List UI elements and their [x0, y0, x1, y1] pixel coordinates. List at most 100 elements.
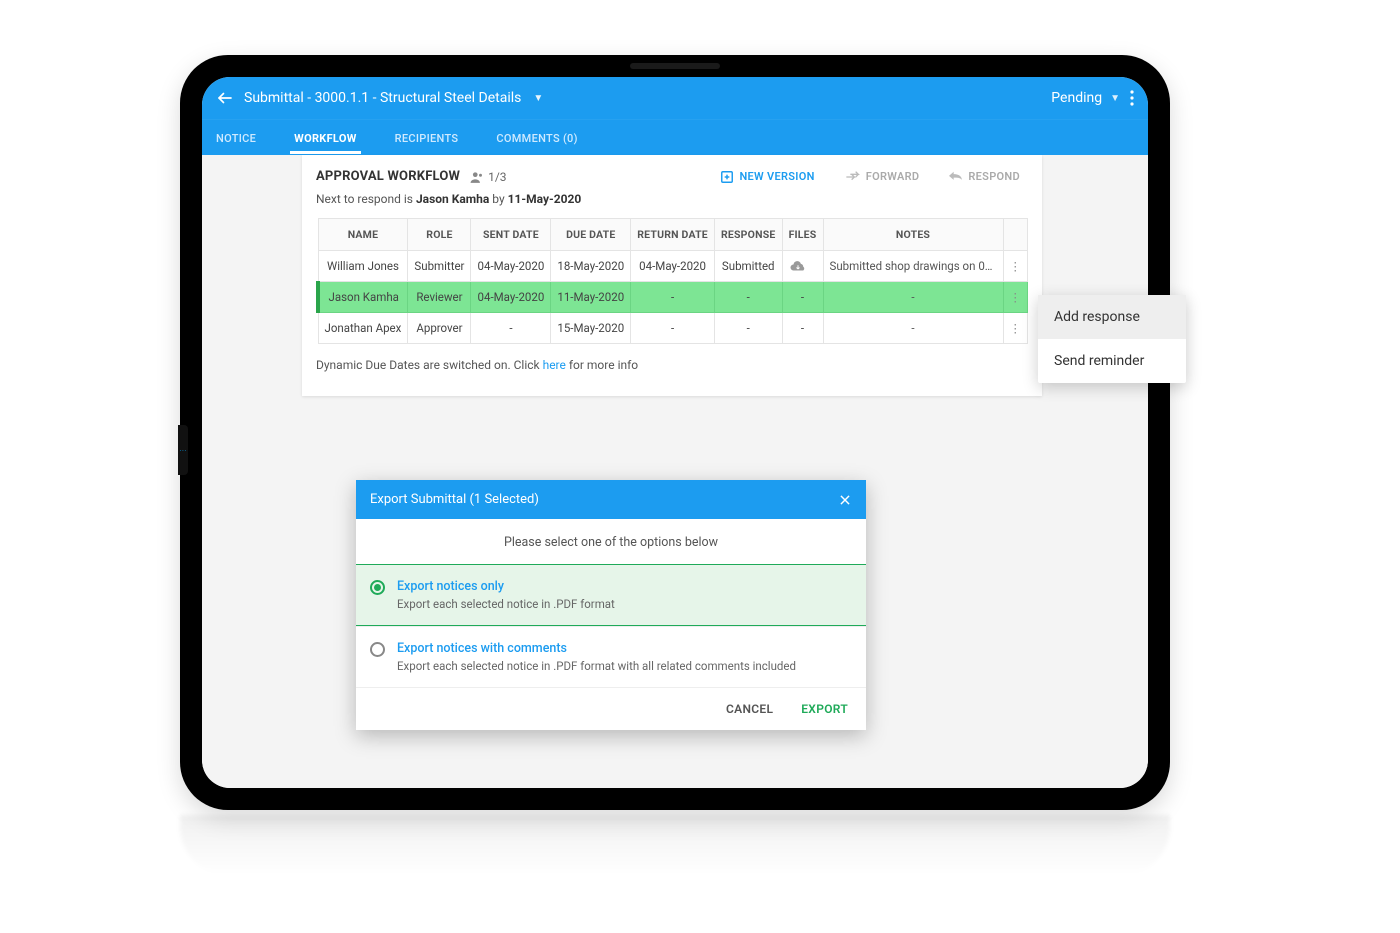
app-header: Submittal - 3000.1.1 - Structural Steel …: [202, 77, 1148, 119]
col-role: ROLE: [408, 219, 471, 251]
cell-return: -: [631, 282, 715, 313]
forward-button[interactable]: FORWARD: [845, 170, 920, 183]
tab-comments[interactable]: COMMENTS (0): [492, 121, 581, 154]
dialog-header: Export Submittal (1 Selected): [356, 480, 866, 519]
close-icon: [838, 493, 852, 507]
cell-files: -: [782, 313, 823, 344]
chevron-down-icon: ▼: [533, 93, 543, 104]
dialog-footer: CANCEL EXPORT: [356, 687, 866, 730]
workflow-count: 1/3: [488, 170, 506, 184]
next-responder-date: 11-May-2020: [508, 192, 582, 206]
col-return: RETURN DATE: [631, 219, 715, 251]
plus-square-icon: [720, 170, 734, 184]
option-title: Export notices only: [397, 579, 615, 594]
row-menu-button[interactable]: ⋮: [1003, 313, 1028, 344]
cell-sent: 04-May-2020: [471, 282, 551, 313]
cell-sent: -: [471, 313, 551, 344]
cell-due: 18-May-2020: [551, 251, 631, 282]
page-title-dropdown[interactable]: Submittal - 3000.1.1 - Structural Steel …: [244, 90, 1051, 106]
status-label: Pending: [1051, 90, 1102, 106]
col-name: NAME: [318, 219, 408, 251]
arrow-left-icon: [216, 89, 234, 107]
page-title: Submittal - 3000.1.1 - Structural Steel …: [244, 90, 521, 106]
cell-due: 11-May-2020: [551, 282, 631, 313]
radio-selected-icon: [370, 580, 385, 595]
users-icon: [470, 171, 484, 183]
table-row: Jason Kamha Reviewer 04-May-2020 11-May-…: [318, 282, 1028, 313]
tablet-camera: [630, 63, 720, 69]
next-responder-line: Next to respond is Jason Kamha by 11-May…: [302, 188, 1042, 218]
col-notes: NOTES: [823, 219, 1003, 251]
menu-add-response[interactable]: Add response: [1038, 295, 1186, 339]
menu-send-reminder[interactable]: Send reminder: [1038, 339, 1186, 383]
col-sent: SENT DATE: [471, 219, 551, 251]
forward-label: FORWARD: [866, 170, 920, 183]
new-version-button[interactable]: NEW VERSION: [720, 170, 814, 184]
cell-files: -: [782, 282, 823, 313]
col-response: RESPONSE: [714, 219, 782, 251]
forward-icon: [845, 171, 861, 183]
cell-notes: -: [823, 313, 1003, 344]
tab-workflow[interactable]: WORKFLOW: [290, 121, 361, 154]
option-description: Export each selected notice in .PDF form…: [397, 597, 615, 611]
export-button[interactable]: EXPORT: [801, 702, 848, 716]
cell-files[interactable]: [782, 251, 823, 282]
table-row: Jonathan Apex Approver - 15-May-2020 - -…: [318, 313, 1028, 344]
workflow-card: APPROVAL WORKFLOW 1/3 NEW VERSION: [302, 155, 1042, 396]
table-row: William Jones Submitter 04-May-2020 18-M…: [318, 251, 1028, 282]
workflow-heading-area: APPROVAL WORKFLOW 1/3: [316, 169, 507, 184]
cell-role: Submitter: [408, 251, 471, 282]
cell-return: -: [631, 313, 715, 344]
tablet-reflection: [180, 815, 1170, 875]
tablet-side-buttons: • • •: [178, 425, 188, 475]
cell-response: Submitted: [714, 251, 782, 282]
cell-return: 04-May-2020: [631, 251, 715, 282]
cell-name: William Jones: [318, 251, 408, 282]
row-context-menu: Add response Send reminder: [1038, 295, 1186, 383]
export-dialog: Export Submittal (1 Selected) Please sel…: [356, 480, 866, 730]
col-files: FILES: [782, 219, 823, 251]
row-menu-button[interactable]: ⋮: [1003, 282, 1028, 313]
status-dropdown[interactable]: Pending ▼: [1051, 90, 1120, 106]
workflow-actions: NEW VERSION FORWARD RESPOND: [720, 170, 1028, 184]
more-menu-button[interactable]: [1130, 90, 1134, 106]
reply-icon: [949, 171, 963, 183]
new-version-label: NEW VERSION: [739, 170, 814, 183]
table-header-row: NAME ROLE SENT DATE DUE DATE RETURN DATE…: [318, 219, 1028, 251]
option-title: Export notices with comments: [397, 641, 796, 656]
col-due: DUE DATE: [551, 219, 631, 251]
tab-recipients[interactable]: RECIPIENTS: [391, 121, 463, 154]
tab-notice[interactable]: NOTICE: [212, 121, 260, 154]
cell-name: Jonathan Apex: [318, 313, 408, 344]
workflow-title: APPROVAL WORKFLOW: [316, 169, 460, 184]
next-responder-name: Jason Kamha: [416, 192, 489, 206]
workflow-table: NAME ROLE SENT DATE DUE DATE RETURN DATE…: [316, 218, 1028, 344]
option-description: Export each selected notice in .PDF form…: [397, 659, 796, 673]
cloud-download-icon: [789, 259, 817, 273]
kebab-icon: [1130, 90, 1134, 106]
cell-response: -: [714, 313, 782, 344]
tab-bar: NOTICE WORKFLOW RECIPIENTS COMMENTS (0): [202, 119, 1148, 155]
dialog-close-button[interactable]: [838, 493, 852, 507]
cell-notes: Submitted shop drawings on 04/05/20: [823, 251, 1003, 282]
back-button[interactable]: [216, 89, 234, 107]
dynamic-dates-info: Dynamic Due Dates are switched on. Click…: [302, 344, 1042, 372]
dynamic-dates-link[interactable]: here: [543, 358, 566, 372]
export-option-notices-only[interactable]: Export notices only Export each selected…: [356, 564, 866, 626]
row-menu-button[interactable]: ⋮: [1003, 251, 1028, 282]
radio-unselected-icon: [370, 642, 385, 657]
cell-due: 15-May-2020: [551, 313, 631, 344]
cell-role: Approver: [408, 313, 471, 344]
cell-role: Reviewer: [408, 282, 471, 313]
col-menu: [1003, 219, 1028, 251]
cancel-button[interactable]: CANCEL: [726, 702, 773, 716]
cell-name: Jason Kamha: [318, 282, 408, 313]
cell-notes: -: [823, 282, 1003, 313]
export-option-with-comments[interactable]: Export notices with comments Export each…: [356, 626, 866, 687]
dialog-title: Export Submittal (1 Selected): [370, 492, 838, 507]
cell-response: -: [714, 282, 782, 313]
workflow-header: APPROVAL WORKFLOW 1/3 NEW VERSION: [302, 155, 1042, 188]
respond-button[interactable]: RESPOND: [949, 170, 1020, 183]
chevron-down-icon: ▼: [1110, 93, 1120, 104]
respond-label: RESPOND: [968, 170, 1020, 183]
